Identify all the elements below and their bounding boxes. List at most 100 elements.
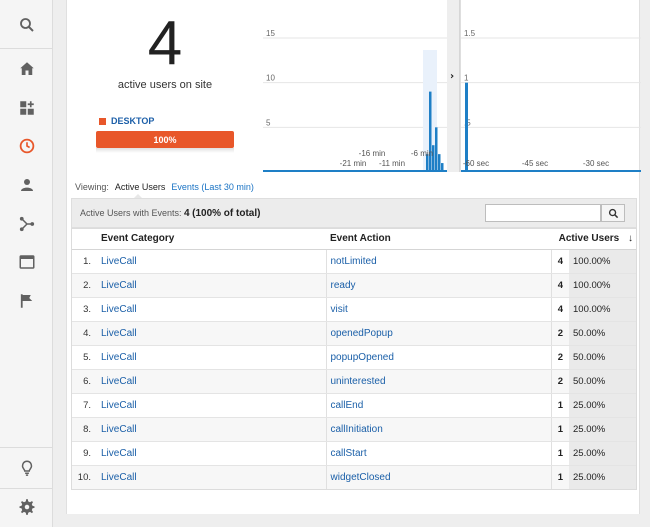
- event-action-link[interactable]: widgetClosed: [326, 465, 551, 490]
- right-y-tick-label: 1.5: [464, 29, 476, 38]
- audience-person-icon[interactable]: [0, 169, 53, 201]
- viewing-tabs: Viewing: Active Users Events (Last 30 mi…: [75, 182, 254, 192]
- right-x-tick-label: -45 sec: [522, 159, 548, 168]
- event-action-link[interactable]: uninterested: [326, 369, 551, 394]
- acquisition-icon[interactable]: [0, 208, 53, 240]
- active-users-count-cell: 1: [550, 441, 569, 466]
- active-users-percent-cell: 25.00%: [569, 393, 637, 418]
- left-x-tick-label: -21 min: [340, 159, 367, 168]
- table-row: 3. LiveCall visit 4 100.00%: [71, 297, 637, 322]
- summary-bar: Active Users with Events: 4 (100% of tot…: [71, 198, 637, 228]
- event-category-link[interactable]: LiveCall: [97, 417, 327, 442]
- row-index: 7.: [71, 393, 97, 418]
- conversions-flag-icon[interactable]: [0, 285, 53, 317]
- active-users-count-cell: 4: [550, 249, 569, 274]
- device-legend: DESKTOP: [99, 116, 154, 126]
- right-x-tick-label: -60 sec: [463, 159, 489, 168]
- active-users-percent-cell: 25.00%: [569, 417, 637, 442]
- event-action-link[interactable]: callEnd: [326, 393, 551, 418]
- event-category-link[interactable]: LiveCall: [97, 273, 327, 298]
- row-index: 3.: [71, 297, 97, 322]
- event-action-link[interactable]: ready: [326, 273, 551, 298]
- header-active-users-label: Active Users: [558, 232, 620, 244]
- pageviews-charts: 51015-21 min-16 min-11 min-6 min›.511.5-…: [263, 0, 641, 172]
- event-category-link[interactable]: LiveCall: [97, 441, 327, 466]
- active-users-percent-cell: 50.00%: [569, 321, 637, 346]
- row-index: 6.: [71, 369, 97, 394]
- header-event-category[interactable]: Event Category: [97, 228, 326, 250]
- device-share-percent: 100%: [153, 134, 177, 145]
- customization-icon[interactable]: [0, 92, 53, 124]
- viewing-label: Viewing:: [75, 182, 109, 192]
- event-category-link[interactable]: LiveCall: [97, 321, 327, 346]
- left-y-tick-label: 10: [266, 74, 275, 83]
- event-category-link[interactable]: LiveCall: [97, 297, 327, 322]
- device-legend-label: DESKTOP: [111, 116, 155, 126]
- row-index: 8.: [71, 417, 97, 442]
- chart-divider: [447, 0, 460, 172]
- active-users-count-cell: 1: [550, 465, 569, 490]
- row-index: 9.: [71, 441, 97, 466]
- event-category-link[interactable]: LiveCall: [97, 249, 327, 274]
- row-index: 2.: [71, 273, 97, 298]
- active-users-percent-cell: 100.00%: [569, 297, 637, 322]
- table-row: 6. LiveCall uninterested 2 50.00%: [71, 369, 637, 394]
- left-x-tick-label: -16 min: [359, 149, 386, 158]
- active-users-percent-cell: 50.00%: [569, 369, 637, 394]
- active-users-count-cell: 4: [550, 273, 569, 298]
- sort-arrow-down-icon: ↓: [628, 232, 633, 244]
- summary-percent: (100% of total): [192, 208, 261, 219]
- left-x-tick-label: -11 min: [379, 159, 405, 168]
- active-users-percent-cell: 100.00%: [569, 273, 637, 298]
- home-icon[interactable]: [0, 53, 53, 85]
- active-users-count-cell: 1: [550, 417, 569, 442]
- event-action-link[interactable]: popupOpened: [326, 345, 551, 370]
- minute-bar: [438, 154, 441, 172]
- insights-bulb-icon[interactable]: [0, 452, 53, 484]
- row-index: 4.: [71, 321, 97, 346]
- active-users-count-cell: 4: [550, 297, 569, 322]
- row-index: 1.: [71, 249, 97, 274]
- event-category-link[interactable]: LiveCall: [97, 393, 327, 418]
- left-y-tick-label: 5: [266, 118, 271, 127]
- active-users-count-cell: 2: [550, 321, 569, 346]
- event-category-link[interactable]: LiveCall: [97, 465, 327, 490]
- table-row: 2. LiveCall ready 4 100.00%: [71, 273, 637, 298]
- table-search-input[interactable]: [485, 204, 601, 222]
- event-category-link[interactable]: LiveCall: [97, 369, 327, 394]
- table-row: 9. LiveCall callStart 1 25.00%: [71, 441, 637, 466]
- active-users-count-cell: 1: [550, 393, 569, 418]
- active-users-count-cell: 2: [550, 345, 569, 370]
- side-navigation: [0, 0, 53, 527]
- row-index: 10.: [71, 465, 97, 490]
- event-action-link[interactable]: openedPopup: [326, 321, 551, 346]
- active-users-count-cell: 2: [550, 369, 569, 394]
- event-action-link[interactable]: visit: [326, 297, 551, 322]
- search-icon[interactable]: [0, 9, 53, 41]
- header-active-users[interactable]: Active Users ↓: [551, 228, 637, 250]
- active-users-percent-cell: 50.00%: [569, 345, 637, 370]
- behavior-icon[interactable]: [0, 246, 53, 278]
- tab-events-last-30-min[interactable]: Events (Last 30 min): [171, 182, 254, 192]
- minute-bar: [429, 91, 432, 172]
- search-button[interactable]: [601, 204, 625, 222]
- event-action-link[interactable]: callInitiation: [326, 417, 551, 442]
- active-users-percent-cell: 25.00%: [569, 465, 637, 490]
- event-category-link[interactable]: LiveCall: [97, 345, 327, 370]
- table-header-row: Event Category Event Action Active Users…: [71, 228, 637, 250]
- summary-count: 4: [184, 208, 190, 219]
- event-action-link[interactable]: callStart: [326, 441, 551, 466]
- header-event-action[interactable]: Event Action: [326, 228, 551, 250]
- table-row: 1. LiveCall notLimited 4 100.00%: [71, 249, 637, 274]
- device-share-bar: 100%: [96, 131, 234, 148]
- admin-gear-icon[interactable]: [0, 491, 53, 523]
- realtime-clock-icon[interactable]: [0, 130, 53, 162]
- tab-active-users[interactable]: Active Users: [115, 182, 166, 192]
- search-icon: [608, 208, 618, 218]
- active-users-percent-cell: 25.00%: [569, 441, 637, 466]
- table-row: 4. LiveCall openedPopup 2 50.00%: [71, 321, 637, 346]
- row-index: 5.: [71, 345, 97, 370]
- event-action-link[interactable]: notLimited: [326, 249, 551, 274]
- desktop-swatch: [99, 117, 106, 125]
- minute-bar: [435, 127, 438, 172]
